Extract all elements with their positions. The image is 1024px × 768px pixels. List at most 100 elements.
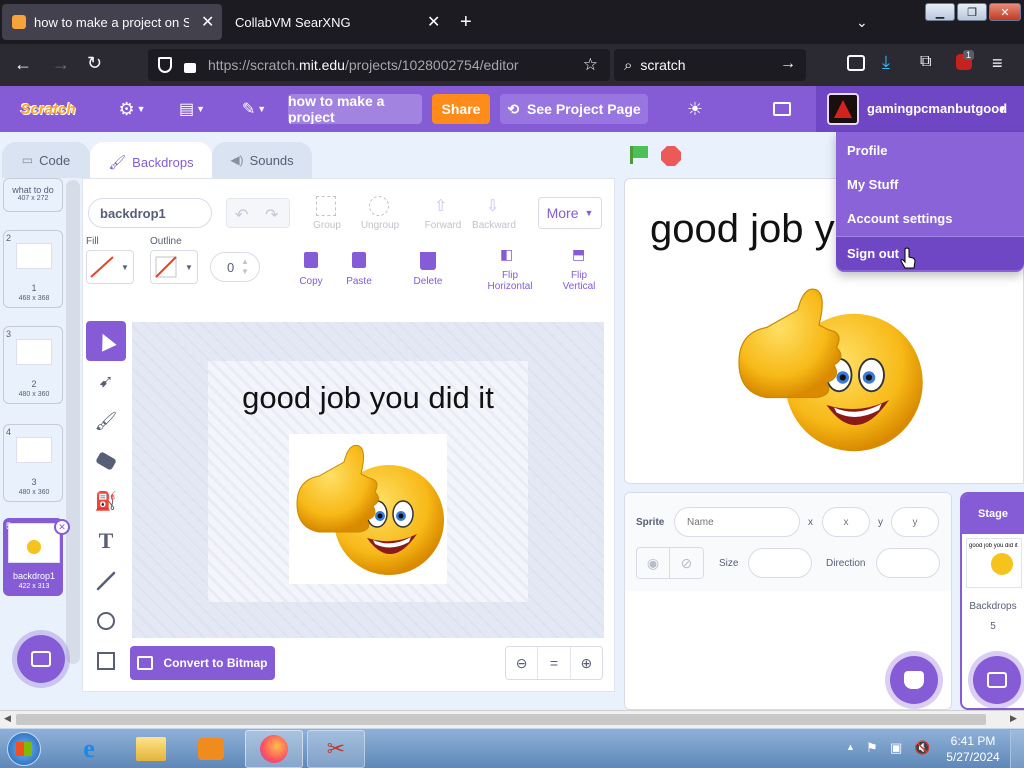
volume-muted-icon[interactable]: 🔇 xyxy=(914,740,930,756)
firefox-taskbar-icon[interactable] xyxy=(245,730,303,768)
select-tool[interactable] xyxy=(86,321,126,361)
back-arrow-icon[interactable]: ← xyxy=(14,54,32,75)
show-eye-icon[interactable]: ◉ xyxy=(637,548,671,578)
menu-item-my-stuff[interactable]: My Stuff xyxy=(836,167,1024,201)
zoom-out-icon[interactable]: ⊖ xyxy=(506,647,537,679)
convert-to-bitmap-button[interactable]: Convert to Bitmap xyxy=(130,646,275,680)
tab-backdrops[interactable]: 🖌 Backdrops xyxy=(90,142,212,182)
close-tab-icon[interactable]: ✕ xyxy=(201,12,214,32)
action-center-flag-icon[interactable]: ⚑ xyxy=(866,740,878,756)
extensions-puzzle-icon[interactable]: ⧉ xyxy=(920,53,931,71)
forward-arrow-icon[interactable]: → xyxy=(52,54,70,75)
close-tab-icon[interactable]: ✕ xyxy=(427,12,440,32)
backdrop-item[interactable]: 3 2 480 x 360 xyxy=(3,326,63,404)
reload-icon[interactable]: ↻ xyxy=(87,53,102,74)
fill-color-picker[interactable]: ▼ xyxy=(86,250,134,284)
line-icon xyxy=(96,571,116,591)
restore-window-button[interactable]: ❐ xyxy=(957,3,987,21)
choose-sprite-button[interactable] xyxy=(890,656,938,704)
network-icon[interactable]: ▣ xyxy=(890,740,902,756)
close-window-button[interactable]: ✕ xyxy=(989,3,1021,21)
edit-menu-pencil-icon[interactable]: ✎ ▼ xyxy=(236,86,272,132)
menu-item-account-settings[interactable]: Account settings xyxy=(836,201,1024,235)
delete-backdrop-icon[interactable]: ✕ xyxy=(54,519,70,535)
x-input[interactable] xyxy=(822,507,870,537)
scroll-right-icon[interactable]: ▶ xyxy=(1010,713,1017,724)
backdrop-item[interactable]: 4 3 480 x 360 xyxy=(3,424,63,502)
project-title-input[interactable]: how to make a project xyxy=(288,94,422,124)
search-bar[interactable]: ⌕ scratch → xyxy=(614,49,806,81)
tab-code[interactable]: ▭ Code xyxy=(2,142,90,178)
rectangle-tool[interactable] xyxy=(86,641,126,681)
url-bar[interactable]: https://scratch. mit.edu/projects/1028002… xyxy=(148,49,610,81)
download-icon[interactable]: ⤓ xyxy=(882,52,890,73)
my-stuff-folder-icon[interactable] xyxy=(766,86,798,132)
line-tool[interactable] xyxy=(86,561,126,601)
size-input[interactable] xyxy=(748,548,812,578)
flip-vertical-label: Flip Vertical xyxy=(562,270,596,292)
snipping-tool-icon[interactable]: ✂ xyxy=(307,730,365,768)
search-go-arrow-icon[interactable]: → xyxy=(780,55,796,73)
outline-width-input[interactable]: 0 ▲ ▼ xyxy=(210,252,260,282)
menu-item-profile[interactable]: Profile xyxy=(836,133,1024,167)
text-tool[interactable]: T xyxy=(86,521,126,561)
brush-tool[interactable]: 🖌 xyxy=(86,401,126,441)
fill-tool[interactable]: ⛽ xyxy=(86,481,126,521)
see-project-page-button[interactable]: ⟲ See Project Page xyxy=(500,94,648,124)
clock[interactable]: 6:41 PM 5/27/2024 xyxy=(944,733,1002,765)
y-input[interactable] xyxy=(891,507,939,537)
tab-sounds[interactable]: ◀) Sounds xyxy=(212,142,312,178)
scroll-thumb[interactable] xyxy=(16,714,986,725)
list-scrollbar[interactable] xyxy=(66,180,80,664)
backdrop-item[interactable]: what to do 407 x 272 xyxy=(3,178,63,212)
zoom-reset-icon[interactable]: = xyxy=(537,647,571,679)
show-hidden-icons-icon[interactable]: ▲ xyxy=(846,742,855,752)
tab-title: CollabVM SearXNG xyxy=(235,14,351,30)
pocket-icon[interactable] xyxy=(847,55,865,71)
lightbulb-icon[interactable]: ☀ xyxy=(680,86,710,132)
bookmark-star-icon[interactable]: ☆ xyxy=(583,55,598,75)
rectangle-icon xyxy=(97,652,115,670)
menu-item-sign-out[interactable]: Sign out xyxy=(836,236,1024,270)
settings-gear-icon[interactable]: ⚙ ▼ xyxy=(114,86,150,132)
stop-sign-icon[interactable] xyxy=(661,146,681,166)
backdrop-item-selected[interactable]: 5 backdrop1 422 x 313 ✕ xyxy=(3,518,70,596)
scroll-left-icon[interactable]: ◀ xyxy=(4,713,11,724)
media-player-icon[interactable] xyxy=(182,730,240,768)
green-flag-icon[interactable] xyxy=(630,146,648,164)
scratch-logo[interactable]: Scratch xyxy=(10,86,86,132)
circle-tool[interactable] xyxy=(86,601,126,641)
caret-down-icon: ▼ xyxy=(584,208,594,218)
choose-backdrop-button[interactable] xyxy=(17,635,65,683)
backdrop-item[interactable]: 2 1 468 x 368 xyxy=(3,230,63,308)
undo-icon[interactable]: ↶ xyxy=(235,205,248,225)
outline-color-picker[interactable]: ▼ xyxy=(150,250,198,284)
more-button[interactable]: More ▼ xyxy=(538,197,602,229)
hide-eye-icon[interactable]: ⊘ xyxy=(670,548,703,578)
file-menu-icon[interactable]: ▤ ▼ xyxy=(174,86,210,132)
page-horizontal-scrollbar[interactable]: ◀ ▶ xyxy=(0,710,1024,728)
direction-input[interactable] xyxy=(876,548,940,578)
url-prefix: https://scratch. xyxy=(208,57,300,73)
backdrop-name: 2 xyxy=(31,379,37,389)
plus-icon[interactable]: + xyxy=(460,4,480,40)
choose-backdrop-stage-button[interactable] xyxy=(973,656,1021,704)
browser-tab-active[interactable]: how to make a project on Scratch ✕ xyxy=(2,4,222,40)
redo-icon[interactable]: ↷ xyxy=(265,205,278,225)
share-button[interactable]: Share xyxy=(432,94,490,124)
zoom-in-icon[interactable]: ⊕ xyxy=(571,647,602,679)
show-desktop-button[interactable] xyxy=(1010,730,1024,768)
costume-name-input[interactable]: backdrop1 xyxy=(88,198,212,228)
reshape-tool[interactable]: ➹ xyxy=(86,361,126,401)
eraser-tool[interactable] xyxy=(86,441,126,481)
file-explorer-icon[interactable] xyxy=(122,730,180,768)
minimize-window-button[interactable]: ▁ xyxy=(925,3,955,21)
start-button[interactable] xyxy=(2,730,46,768)
list-tabs-chevron-icon[interactable]: ⌄ xyxy=(856,4,876,40)
sprite-name-input[interactable] xyxy=(674,507,800,537)
internet-explorer-icon[interactable]: e xyxy=(60,730,118,768)
hamburger-menu-icon[interactable]: ≡ xyxy=(992,53,1003,74)
browser-tab[interactable]: CollabVM SearXNG ✕ xyxy=(222,4,447,40)
stage-thumb-text: good job you did it xyxy=(969,543,1018,549)
stepper-icon[interactable]: ▲ ▼ xyxy=(241,257,249,277)
